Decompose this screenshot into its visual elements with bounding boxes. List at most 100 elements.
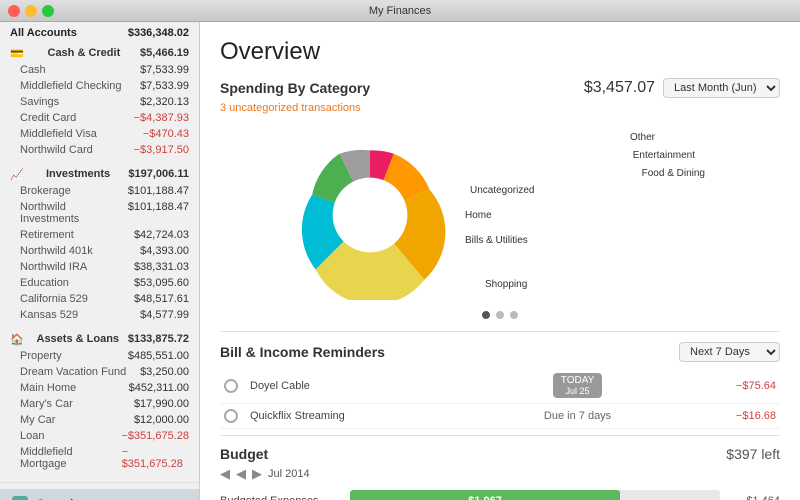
budget-prev-prev[interactable]: ◀ bbox=[220, 466, 230, 482]
chart-labels: Food & Dining Other Entertainment Uncate… bbox=[465, 130, 715, 300]
account-middlefield-mortgage[interactable]: Middlefield Mortgage−$351,675.28 bbox=[0, 444, 199, 472]
account-loan[interactable]: Loan−$351,675.28 bbox=[0, 428, 199, 444]
cash-credit-group: 💳 Cash & Credit $5,466.19 Cash$7,533.99 … bbox=[0, 41, 199, 158]
bill-table: Doyel Cable TODAY Jul 25 −$75.64 bbox=[220, 368, 780, 429]
account-northwild-investments[interactable]: Northwild Investments$101,188.47 bbox=[0, 199, 199, 227]
bill-row-doyel: Doyel Cable TODAY Jul 25 −$75.64 bbox=[220, 368, 780, 404]
bill-amount-quickflix: −$16.68 bbox=[666, 404, 780, 429]
cash-credit-icon: 💳 bbox=[10, 47, 24, 60]
budget-bar-bg: $1,067 bbox=[350, 490, 720, 500]
budget-section: Budget $397 left ◀ ◀ ▶ Jul 2014 Budgeted… bbox=[220, 435, 780, 500]
account-brokerage[interactable]: Brokerage$101,188.47 bbox=[0, 183, 199, 199]
assets-loans-label: Assets & Loans bbox=[37, 333, 120, 346]
bill-dropdown[interactable]: Next 7 Days Next 30 Days bbox=[679, 342, 780, 362]
account-marys-car[interactable]: Mary's Car$17,990.00 bbox=[0, 396, 199, 412]
account-kansas-529[interactable]: Kansas 529$4,577.99 bbox=[0, 307, 199, 323]
today-date: Jul 25 bbox=[561, 386, 595, 396]
close-button[interactable] bbox=[8, 5, 20, 17]
assets-loans-header[interactable]: 🏠 Assets & Loans $133,875.72 bbox=[0, 327, 199, 348]
budget-prev[interactable]: ◀ bbox=[236, 466, 246, 482]
budget-remaining: $397 left bbox=[726, 446, 780, 462]
budget-row-expenses: Budgeted Expenses $1,067 $1,464 bbox=[220, 490, 780, 500]
budget-period: Jul 2014 bbox=[268, 468, 310, 480]
budget-next[interactable]: ▶ bbox=[252, 466, 262, 482]
label-food-dining: Food & Dining bbox=[642, 168, 705, 179]
budget-nav: ◀ ◀ ▶ Jul 2014 bbox=[220, 466, 780, 482]
bill-date-quickflix: Due in 7 days bbox=[489, 404, 667, 429]
chart-dot-1[interactable] bbox=[482, 311, 490, 319]
bill-name-quickflix: Quickflix Streaming bbox=[246, 404, 489, 429]
spending-dropdown[interactable]: Last Month (Jun) This Month Last 3 Month… bbox=[663, 78, 780, 98]
investments-amount: $197,006.11 bbox=[128, 168, 189, 181]
account-middlefield-checking[interactable]: Middlefield Checking$7,533.99 bbox=[0, 78, 199, 94]
page-title: Overview bbox=[220, 38, 780, 66]
chart-dot-2[interactable] bbox=[496, 311, 504, 319]
account-retirement[interactable]: Retirement$42,724.03 bbox=[0, 227, 199, 243]
budget-header: Budget $397 left bbox=[220, 446, 780, 462]
bill-row-quickflix: Quickflix Streaming Due in 7 days −$16.6… bbox=[220, 404, 780, 429]
account-property[interactable]: Property$485,551.00 bbox=[0, 348, 199, 364]
spending-header: Spending By Category $3,457.07 Last Mont… bbox=[220, 78, 780, 98]
overview-icon bbox=[12, 496, 28, 500]
account-my-car[interactable]: My Car$12,000.00 bbox=[0, 412, 199, 428]
window-title: My Finances bbox=[369, 5, 431, 17]
donut-hole bbox=[333, 177, 408, 252]
donut-chart bbox=[285, 130, 455, 300]
app-content: All Accounts $336,348.02 💳 Cash & Credit… bbox=[0, 22, 800, 500]
account-cash[interactable]: Cash$7,533.99 bbox=[0, 62, 199, 78]
bill-amount-doyel: −$75.64 bbox=[666, 368, 780, 404]
account-savings[interactable]: Savings$2,320.13 bbox=[0, 94, 199, 110]
bill-section: Bill & Income Reminders Next 7 Days Next… bbox=[220, 331, 780, 429]
all-accounts-label: All Accounts bbox=[10, 27, 77, 39]
investments-label: Investments bbox=[46, 168, 110, 181]
label-shopping: Shopping bbox=[485, 279, 527, 290]
minimize-button[interactable] bbox=[25, 5, 37, 17]
investments-header[interactable]: 📈 Investments $197,006.11 bbox=[0, 162, 199, 183]
label-entertainment: Entertainment bbox=[633, 150, 695, 161]
spending-chart-area: Food & Dining Other Entertainment Uncate… bbox=[220, 122, 780, 307]
bill-title: Bill & Income Reminders bbox=[220, 344, 385, 360]
all-accounts-header[interactable]: All Accounts $336,348.02 bbox=[0, 22, 199, 41]
bill-date-doyel: TODAY Jul 25 bbox=[489, 368, 667, 404]
title-bar: My Finances bbox=[0, 0, 800, 22]
bill-header: Bill & Income Reminders Next 7 Days Next… bbox=[220, 342, 780, 362]
account-middlefield-visa[interactable]: Middlefield Visa−$470.43 bbox=[0, 126, 199, 142]
account-northwild-card[interactable]: Northwild Card−$3,917.50 bbox=[0, 142, 199, 158]
sidebar: All Accounts $336,348.02 💳 Cash & Credit… bbox=[0, 22, 200, 500]
bill-status-icon-doyel bbox=[224, 379, 238, 393]
app-wrapper: My Finances All Accounts $336,348.02 💳 C… bbox=[0, 0, 800, 500]
budget-spent: $1,067 bbox=[468, 495, 502, 500]
investments-group: 📈 Investments $197,006.11 Brokerage$101,… bbox=[0, 162, 199, 323]
budget-expenses-label: Budgeted Expenses bbox=[220, 495, 340, 500]
account-northwild-ira[interactable]: Northwild IRA$38,331.03 bbox=[0, 259, 199, 275]
account-dream-vacation[interactable]: Dream Vacation Fund$3,250.00 bbox=[0, 364, 199, 380]
label-other: Other bbox=[630, 132, 655, 143]
spending-title: Spending By Category bbox=[220, 80, 370, 96]
assets-loans-amount: $133,875.72 bbox=[128, 333, 189, 346]
main-content: Overview Spending By Category $3,457.07 … bbox=[200, 22, 800, 500]
cash-credit-label: Cash & Credit bbox=[48, 47, 121, 60]
investments-icon: 📈 bbox=[10, 168, 24, 181]
account-education[interactable]: Education$53,095.60 bbox=[0, 275, 199, 291]
maximize-button[interactable] bbox=[42, 5, 54, 17]
cash-credit-header[interactable]: 💳 Cash & Credit $5,466.19 bbox=[0, 41, 199, 62]
account-california-529[interactable]: California 529$48,517.61 bbox=[0, 291, 199, 307]
account-main-home[interactable]: Main Home$452,311.00 bbox=[0, 380, 199, 396]
chart-dots bbox=[220, 311, 780, 319]
chart-dot-3[interactable] bbox=[510, 311, 518, 319]
title-bar-buttons bbox=[8, 5, 54, 17]
bill-status-icon-quickflix bbox=[224, 409, 238, 423]
today-label: TODAY bbox=[561, 375, 595, 386]
bill-name-doyel: Doyel Cable bbox=[246, 368, 489, 404]
label-bills: Bills & Utilities bbox=[465, 235, 528, 246]
assets-loans-group: 🏠 Assets & Loans $133,875.72 Property$48… bbox=[0, 327, 199, 472]
uncategorized-link[interactable]: 3 uncategorized transactions bbox=[220, 102, 780, 114]
nav-overview[interactable]: Overview bbox=[0, 489, 199, 500]
assets-icon: 🏠 bbox=[10, 333, 24, 346]
account-credit-card[interactable]: Credit Card−$4,387.93 bbox=[0, 110, 199, 126]
spending-section: Spending By Category $3,457.07 Last Mont… bbox=[220, 78, 780, 319]
label-uncategorized: Uncategorized bbox=[470, 185, 534, 196]
account-northwild-401k[interactable]: Northwild 401k$4,393.00 bbox=[0, 243, 199, 259]
all-accounts-amount: $336,348.02 bbox=[128, 27, 189, 39]
cash-credit-amount: $5,466.19 bbox=[140, 47, 189, 60]
